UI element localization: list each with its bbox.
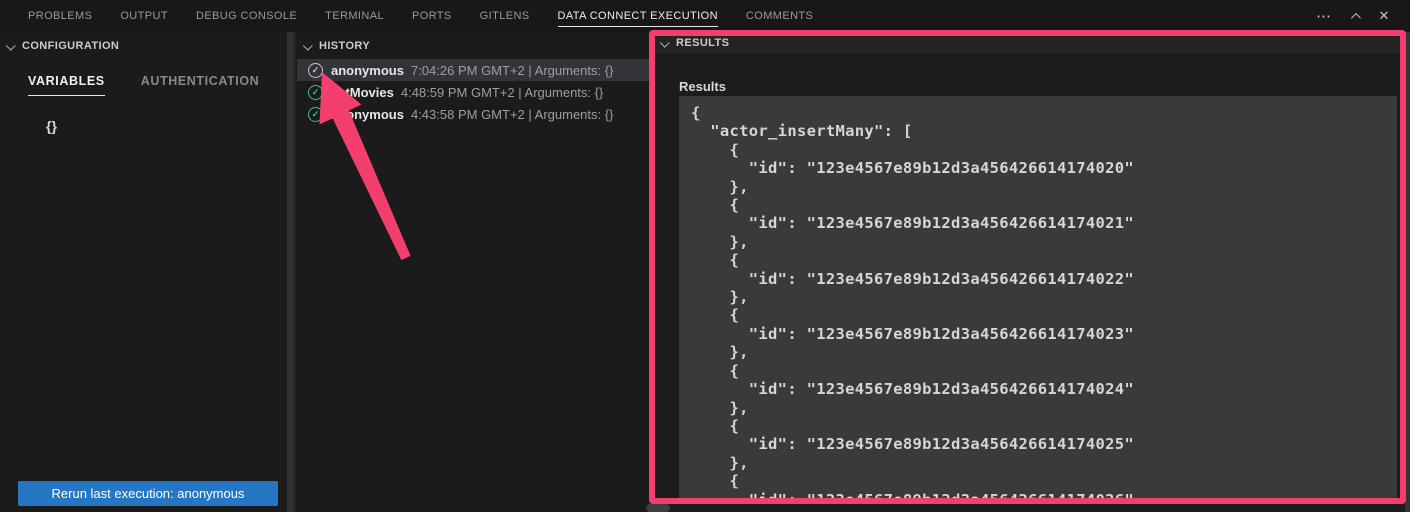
history-section-header[interactable]: HISTORY — [297, 36, 653, 56]
results-title: Results — [679, 79, 1404, 94]
json-line: "id": "123e4567e89b12d3a456426614174020" — [691, 159, 1397, 177]
close-panel-icon[interactable]: ✕ — [1374, 6, 1394, 26]
json-line: "id": "123e4567e89b12d3a456426614174024" — [691, 380, 1397, 398]
json-line: }, — [691, 399, 1397, 417]
history-row-listmovies[interactable]: listMovies 4:48:59 PM GMT+2 | Arguments:… — [297, 81, 653, 103]
history-row-anonymous-1[interactable]: anonymous 7:04:26 PM GMT+2 | Arguments: … — [297, 59, 653, 81]
json-line: { — [691, 306, 1397, 324]
json-line: { — [691, 417, 1397, 435]
configuration-panel: CONFIGURATION VARIABLES AUTHENTICATION {… — [0, 32, 296, 512]
execution-details: 4:48:59 PM GMT+2 | Arguments: {} — [401, 85, 603, 100]
tab-problems[interactable]: PROBLEMS — [14, 0, 106, 32]
results-section-header[interactable]: RESULTS — [654, 32, 1404, 55]
tab-debug-console[interactable]: DEBUG CONSOLE — [182, 0, 311, 32]
configuration-header-label: CONFIGURATION — [22, 40, 119, 52]
check-circle-icon — [308, 107, 323, 122]
json-line: "id": "123e4567e89b12d3a456426614174022" — [691, 270, 1397, 288]
tab-gitlens[interactable]: GITLENS — [466, 0, 544, 32]
tab-variables[interactable]: VARIABLES — [28, 74, 105, 96]
execution-name: anonymous — [331, 63, 404, 78]
history-header-label: HISTORY — [319, 40, 370, 52]
chevron-up-icon — [1350, 12, 1360, 22]
tab-ports[interactable]: PORTS — [398, 0, 466, 32]
panel-tab-bar: PROBLEMS OUTPUT DEBUG CONSOLE TERMINAL P… — [0, 0, 1410, 32]
json-line: "actor_insertMany": [ — [691, 122, 1397, 140]
tab-output[interactable]: OUTPUT — [106, 0, 182, 32]
results-scrollbar[interactable] — [1405, 32, 1410, 512]
rerun-last-execution-button[interactable]: Rerun last execution: anonymous — [18, 481, 278, 506]
results-header-label: RESULTS — [676, 37, 729, 49]
check-circle-icon — [308, 63, 323, 78]
json-line: }, — [691, 233, 1397, 251]
json-line: }, — [691, 343, 1397, 361]
json-line: }, — [691, 178, 1397, 196]
tab-data-connect-execution[interactable]: DATA CONNECT EXECUTION — [544, 0, 732, 32]
results-panel: RESULTS Results { "actor_insertMany": [ … — [654, 32, 1404, 512]
execution-details: 4:43:58 PM GMT+2 | Arguments: {} — [411, 107, 613, 122]
results-json-output: { "actor_insertMany": [ { "id": "123e456… — [679, 96, 1397, 502]
chevron-down-icon — [660, 37, 670, 47]
more-actions-icon[interactable]: ⋯ — [1314, 6, 1334, 26]
panel-tabs: PROBLEMS OUTPUT DEBUG CONSOLE TERMINAL P… — [0, 0, 827, 32]
check-circle-icon — [308, 85, 323, 100]
chevron-down-icon — [303, 40, 313, 50]
history-row-anonymous-2[interactable]: anonymous 4:43:58 PM GMT+2 | Arguments: … — [297, 103, 653, 125]
configuration-scrollbar[interactable] — [287, 32, 294, 512]
json-line: { — [691, 196, 1397, 214]
json-line: { — [691, 141, 1397, 159]
execution-details: 7:04:26 PM GMT+2 | Arguments: {} — [411, 63, 613, 78]
json-line: "id": "123e4567e89b12d3a456426614174023" — [691, 325, 1397, 343]
configuration-tabs: VARIABLES AUTHENTICATION — [0, 74, 295, 96]
execution-name: listMovies — [331, 85, 394, 100]
json-line: "id": "123e4567e89b12d3a456426614174025" — [691, 435, 1397, 453]
json-line: }, — [691, 454, 1397, 472]
panel-window-controls: ⋯ ✕ — [1314, 6, 1410, 26]
tab-authentication[interactable]: AUTHENTICATION — [141, 74, 260, 96]
history-panel: HISTORY anonymous 7:04:26 PM GMT+2 | Arg… — [297, 32, 653, 512]
execution-name: anonymous — [331, 107, 404, 122]
json-line: }, — [691, 288, 1397, 306]
json-line: { — [691, 472, 1397, 490]
configuration-section-header[interactable]: CONFIGURATION — [0, 36, 295, 56]
json-line: { — [691, 251, 1397, 269]
variables-value: {} — [46, 118, 295, 134]
chevron-down-icon — [6, 40, 16, 50]
data-connect-execution-panel: PROBLEMS OUTPUT DEBUG CONSOLE TERMINAL P… — [0, 0, 1410, 512]
json-line: "id": "123e4567e89b12d3a456426614174021" — [691, 214, 1397, 232]
maximize-panel-icon[interactable] — [1344, 6, 1364, 26]
tab-comments[interactable]: COMMENTS — [732, 0, 827, 32]
json-line: { — [691, 104, 1397, 122]
json-line: "id": "123e4567e89b12d3a456426614174026" — [691, 491, 1397, 502]
json-line: { — [691, 362, 1397, 380]
tab-terminal[interactable]: TERMINAL — [311, 0, 398, 32]
scrollbar-nub[interactable] — [646, 504, 670, 512]
